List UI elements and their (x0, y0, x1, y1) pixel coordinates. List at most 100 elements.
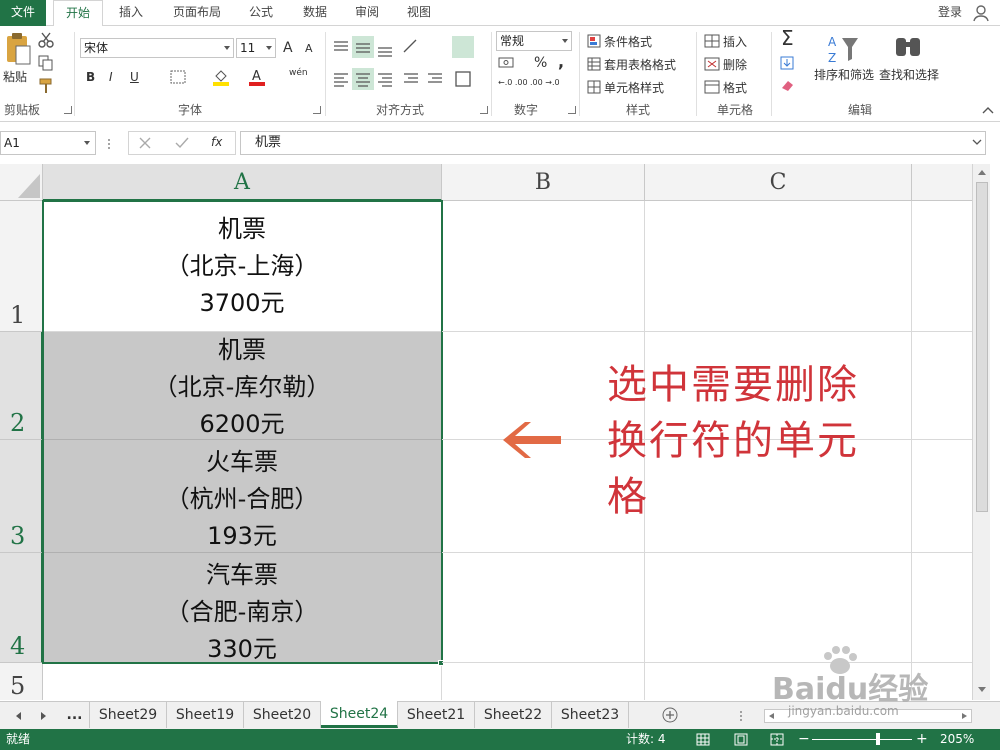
insert-cells-icon[interactable] (704, 34, 720, 48)
expand-formula-bar-icon[interactable] (972, 138, 982, 146)
sheet-tab[interactable]: Sheet23 (552, 702, 629, 728)
more-sheets-button[interactable]: ... (60, 702, 90, 728)
cell-b5[interactable] (442, 663, 645, 700)
worksheet-grid[interactable]: A B C 1 2 3 4 5 机票 （北京-上海） 3700元 机票 （北京-… (0, 164, 972, 700)
cell-c1[interactable] (645, 201, 912, 332)
find-select-button[interactable]: 查找和选择 (879, 66, 939, 83)
row-header-5[interactable]: 5 (0, 663, 43, 700)
cell-d3[interactable] (912, 440, 972, 553)
tab-home[interactable]: 开始 (53, 0, 103, 27)
italic-button[interactable]: I (109, 70, 113, 84)
page-break-view-icon[interactable] (770, 733, 784, 746)
cell-styles-icon[interactable] (587, 80, 601, 94)
cell-a5[interactable] (43, 663, 442, 700)
autosum-button[interactable]: Σ (781, 26, 794, 50)
number-launcher-icon[interactable] (568, 106, 576, 114)
table-format-icon[interactable] (587, 57, 601, 71)
format-cells-button[interactable]: 格式 (723, 79, 747, 96)
insert-cells-button[interactable]: 插入 (723, 33, 747, 50)
cell-c5[interactable] (645, 663, 912, 700)
alignment-launcher-icon[interactable] (480, 106, 488, 114)
grow-font-button[interactable]: A (283, 40, 293, 56)
clear-icon[interactable] (780, 78, 796, 92)
font-size-select[interactable]: 11 (236, 38, 276, 58)
font-launcher-icon[interactable] (313, 106, 321, 114)
file-tab[interactable]: 文件 (0, 0, 46, 26)
prev-sheet-icon[interactable] (14, 711, 22, 721)
cell-a1[interactable]: 机票 （北京-上海） 3700元 (43, 201, 442, 332)
insert-function-button[interactable]: fx (211, 135, 222, 149)
format-painter-icon[interactable] (38, 78, 54, 94)
select-all-corner[interactable] (0, 164, 43, 201)
zoom-in-button[interactable]: + (916, 729, 928, 750)
delete-cells-button[interactable]: 删除 (723, 56, 747, 73)
clipboard-launcher-icon[interactable] (64, 106, 72, 114)
conditional-format-icon[interactable] (587, 34, 601, 48)
horizontal-scrollbar[interactable] (764, 709, 972, 723)
scroll-left-icon[interactable] (767, 712, 775, 720)
cancel-entry-icon[interactable] (139, 137, 151, 149)
name-box[interactable]: A1 (0, 131, 96, 155)
fill-color-icon[interactable] (212, 68, 230, 86)
tab-data[interactable]: 数据 (294, 0, 336, 26)
formula-input[interactable]: 机票 (240, 131, 986, 155)
sheet-tab[interactable]: Sheet21 (398, 702, 475, 728)
percent-button[interactable]: % (534, 55, 547, 71)
comma-button[interactable]: , (558, 52, 564, 71)
cell-c4[interactable] (645, 553, 912, 663)
new-sheet-icon[interactable] (662, 707, 678, 723)
login-link[interactable]: 登录 (938, 0, 962, 25)
fill-icon[interactable] (780, 56, 796, 70)
cell-b4[interactable] (442, 553, 645, 663)
scroll-down-icon[interactable] (977, 686, 987, 694)
tab-split-handle-icon[interactable] (738, 710, 744, 722)
conditional-format-button[interactable]: 条件格式 (604, 33, 652, 50)
decrease-decimal-button[interactable]: .00 →.0 (530, 78, 560, 87)
bold-button[interactable]: B (86, 70, 95, 84)
shrink-font-button[interactable]: A (305, 42, 313, 55)
tab-formulas[interactable]: 公式 (240, 0, 282, 26)
column-header-d[interactable] (912, 164, 972, 201)
increase-decimal-button[interactable]: ←.0 .00 (498, 78, 528, 87)
paste-button[interactable]: 粘贴 (3, 68, 27, 85)
cell-d2[interactable] (912, 332, 972, 440)
tab-view[interactable]: 视图 (398, 0, 440, 26)
page-layout-view-icon[interactable] (734, 733, 748, 746)
cell-a4[interactable]: 汽车票 （合肥-南京） 330元 (43, 553, 442, 663)
font-color-icon[interactable]: A (248, 68, 266, 86)
borders-icon[interactable] (170, 70, 186, 84)
format-as-table-button[interactable]: 套用表格格式 (604, 56, 676, 73)
zoom-slider-thumb[interactable] (876, 733, 880, 745)
column-header-b[interactable]: B (442, 164, 645, 201)
row-header-2[interactable]: 2 (0, 332, 43, 440)
sheet-tab[interactable]: Sheet22 (475, 702, 552, 728)
cell-b1[interactable] (442, 201, 645, 332)
cell-d1[interactable] (912, 201, 972, 332)
cell-styles-button[interactable]: 单元格样式 (604, 79, 664, 96)
format-cells-icon[interactable] (704, 80, 720, 94)
column-header-a[interactable]: A (43, 164, 442, 201)
column-header-c[interactable]: C (645, 164, 912, 201)
vertical-scroll-thumb[interactable] (976, 182, 988, 512)
sheet-tab[interactable]: Sheet19 (167, 702, 244, 728)
zoom-level[interactable]: 205% (940, 729, 974, 750)
phonetic-button[interactable]: wén (289, 68, 308, 78)
number-format-select[interactable]: 常规 (496, 31, 572, 51)
tab-review[interactable]: 审阅 (346, 0, 388, 26)
paste-icon[interactable] (4, 32, 32, 66)
vertical-scrollbar[interactable] (972, 164, 990, 700)
currency-icon[interactable] (498, 56, 518, 70)
tab-insert[interactable]: 插入 (110, 0, 152, 26)
user-icon[interactable] (972, 4, 990, 22)
cut-icon[interactable] (38, 32, 54, 48)
zoom-slider[interactable] (812, 739, 912, 740)
tab-page-layout[interactable]: 页面布局 (166, 0, 228, 26)
zoom-out-button[interactable]: − (798, 729, 810, 750)
alignment-icons[interactable] (332, 38, 472, 90)
normal-view-icon[interactable] (696, 733, 710, 746)
sort-filter-button[interactable]: 排序和筛选 (814, 66, 874, 83)
row-header-3[interactable]: 3 (0, 440, 43, 553)
find-select-icon[interactable] (893, 32, 923, 62)
row-header-1[interactable]: 1 (0, 201, 43, 332)
row-header-4[interactable]: 4 (0, 553, 43, 663)
